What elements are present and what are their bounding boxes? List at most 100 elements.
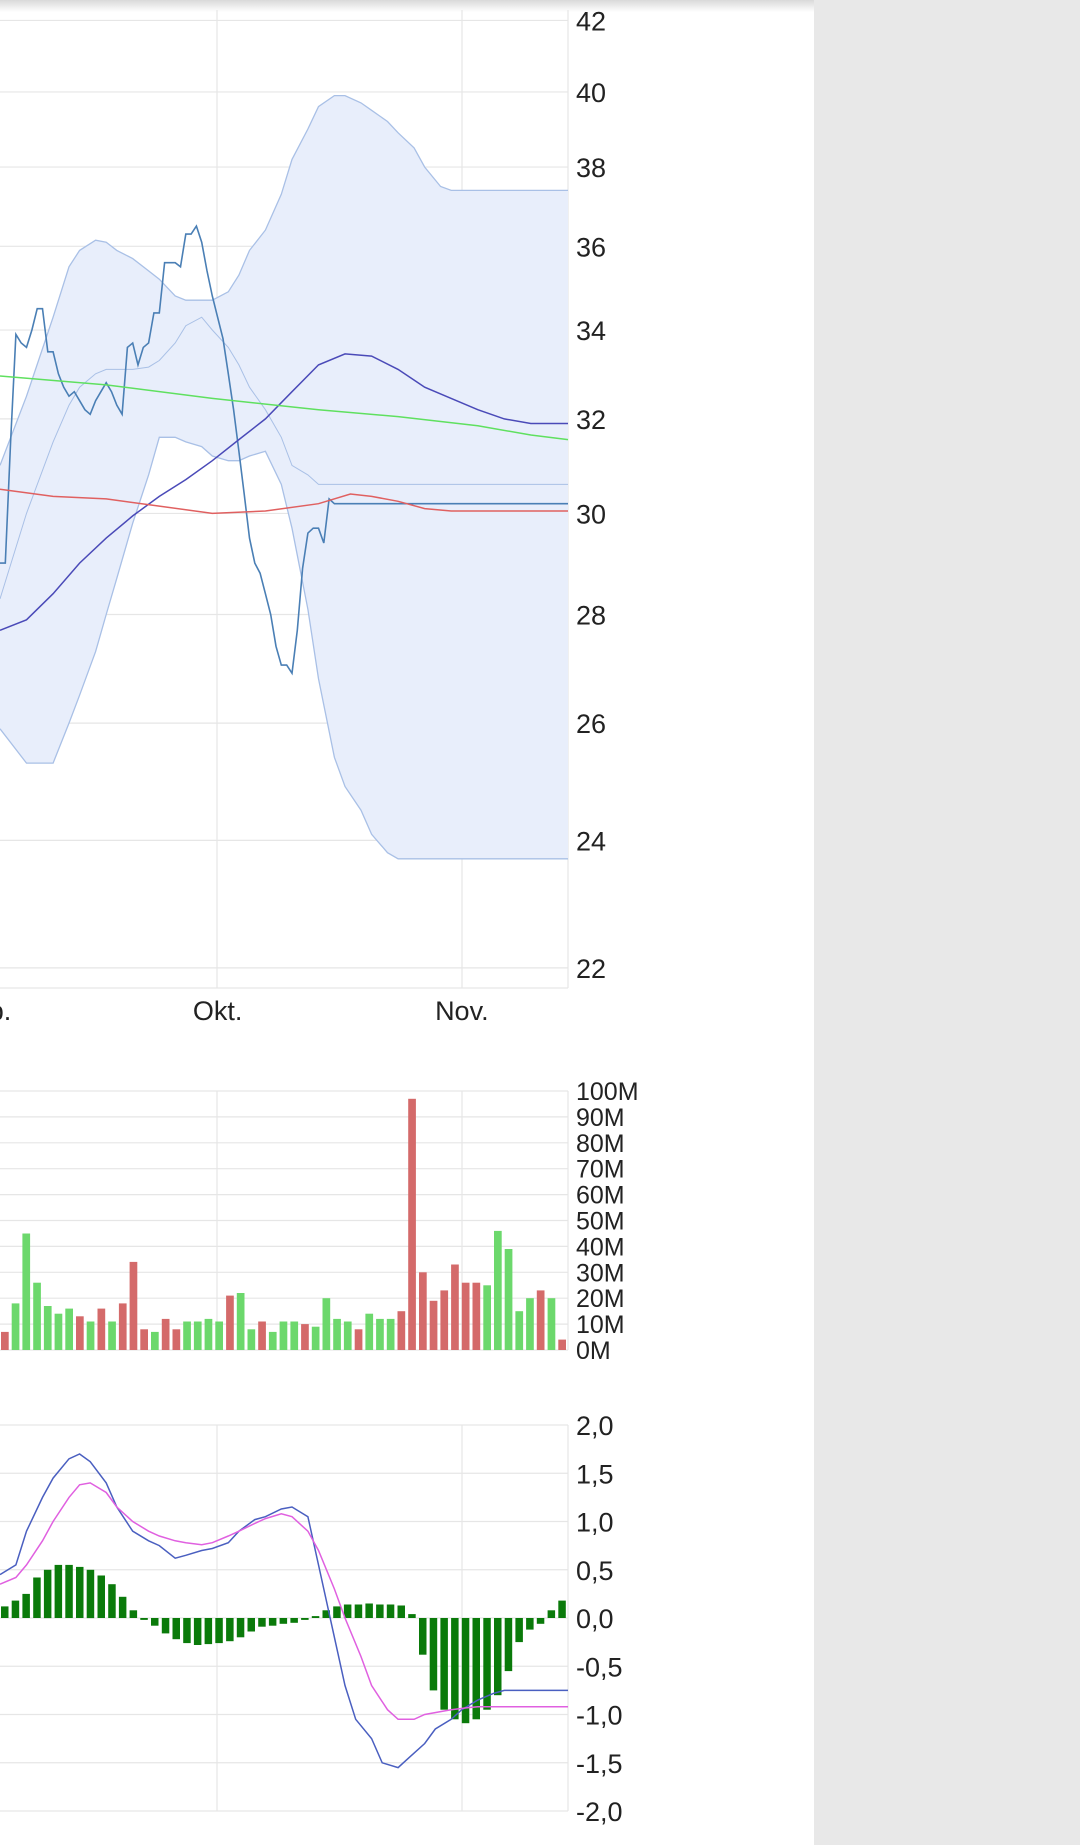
macd-y-tick-label: -1,0 xyxy=(576,1701,623,1731)
macd-histogram-bar xyxy=(97,1575,105,1618)
macd-histogram-bar xyxy=(118,1596,127,1618)
right-side-panel xyxy=(814,0,1080,1845)
volume-bar xyxy=(268,1331,277,1350)
macd-histogram-bar xyxy=(258,1618,266,1627)
macd-histogram-bar xyxy=(504,1618,513,1672)
macd-histogram-bar xyxy=(54,1564,63,1618)
macd-histogram-bar xyxy=(22,1593,30,1618)
volume-panel: 100M90M80M70M60M50M40M30M20M10M0M xyxy=(0,1078,639,1365)
volume-bar xyxy=(43,1306,52,1350)
macd-histogram-bar xyxy=(172,1618,180,1640)
volume-bar xyxy=(376,1318,384,1350)
volume-bar xyxy=(183,1321,191,1350)
price-panel: 42 40 38 36 34 32 30 28 26 24 22 p. Okt. Nov. xyxy=(0,6,606,1026)
volume-y-tick-label: 0M xyxy=(576,1337,611,1365)
macd-histogram-bar xyxy=(515,1618,523,1643)
price-y-tick-label: 26 xyxy=(576,709,606,739)
volume-y-tick-label: 30M xyxy=(576,1259,625,1287)
volume-y-tick-label: 20M xyxy=(576,1285,625,1313)
macd-y-tick-label: 1,0 xyxy=(576,1508,614,1538)
price-y-tick-label: 22 xyxy=(576,954,606,984)
volume-y-tick-label: 80M xyxy=(576,1130,625,1158)
volume-bar xyxy=(65,1308,73,1350)
volume-bar xyxy=(322,1298,331,1350)
volume-bar xyxy=(408,1098,416,1350)
volume-bar xyxy=(290,1321,299,1350)
macd-histogram-bar xyxy=(86,1569,95,1619)
volume-bar xyxy=(354,1329,363,1350)
macd-histogram-bar xyxy=(215,1618,223,1644)
macd-histogram-bar xyxy=(236,1618,245,1638)
price-y-tick-label: 40 xyxy=(576,78,606,108)
volume-bar xyxy=(86,1321,95,1350)
x-tick-label: p. xyxy=(0,996,11,1026)
volume-bar xyxy=(258,1321,266,1350)
volume-bar xyxy=(108,1321,116,1350)
macd-y-tick-label: -1,5 xyxy=(576,1749,623,1779)
macd-histogram-bar xyxy=(43,1569,52,1619)
volume-y-tick-label: 100M xyxy=(576,1078,639,1106)
volume-bar xyxy=(472,1282,481,1350)
macd-panel: 2,0 1,5 1,0 0,5 0,0 -0,5 -1,0 -1,5 -2,0 xyxy=(0,1411,623,1827)
macd-histogram-bar xyxy=(365,1603,373,1618)
macd-histogram-bar xyxy=(290,1618,298,1623)
volume-bar xyxy=(1,1331,9,1350)
macd-histogram-bar xyxy=(301,1618,309,1620)
volume-bar xyxy=(483,1285,491,1351)
macd-y-tick-label: 0,5 xyxy=(576,1556,614,1586)
macd-histogram-bar xyxy=(183,1618,191,1644)
x-tick-label: Nov. xyxy=(435,996,489,1026)
macd-histogram-bar xyxy=(419,1618,427,1655)
macd-histogram-bar xyxy=(354,1604,363,1618)
macd-histogram-bar xyxy=(333,1606,341,1618)
macd-y-tick-label: 2,0 xyxy=(576,1411,614,1441)
macd-histogram-bar xyxy=(11,1600,20,1618)
macd-histogram-bar xyxy=(376,1604,384,1618)
volume-bar xyxy=(526,1298,534,1350)
volume-bar xyxy=(397,1311,406,1350)
volume-bar xyxy=(494,1230,502,1350)
volume-bar xyxy=(140,1329,148,1350)
volume-bar xyxy=(343,1321,352,1350)
macd-histogram-bar xyxy=(536,1618,545,1624)
volume-bar xyxy=(204,1318,213,1350)
volume-bar xyxy=(247,1329,256,1350)
price-y-tick-label: 30 xyxy=(576,499,606,529)
macd-y-tick-label: 1,5 xyxy=(576,1459,614,1489)
macd-histogram-bar xyxy=(279,1618,288,1624)
price-y-tick-label: 28 xyxy=(576,601,606,631)
volume-y-tick-label: 40M xyxy=(576,1233,625,1261)
volume-bar xyxy=(97,1308,106,1350)
macd-histogram-bar xyxy=(311,1616,320,1618)
volume-bar xyxy=(311,1326,320,1350)
price-y-tick-label: 34 xyxy=(576,316,606,346)
volume-bar xyxy=(451,1264,459,1350)
price-y-tick-label: 24 xyxy=(576,826,606,856)
volume-bar xyxy=(76,1316,84,1350)
volume-bar xyxy=(215,1321,223,1350)
macd-histogram-bar xyxy=(76,1566,84,1618)
x-tick-label: Okt. xyxy=(193,996,243,1026)
macd_signal xyxy=(0,1482,568,1721)
volume-bar xyxy=(161,1318,170,1350)
volume-bar xyxy=(22,1233,31,1350)
macd-histogram-bar xyxy=(408,1614,416,1618)
volume-bar xyxy=(118,1303,127,1350)
price-y-tick-label: 42 xyxy=(576,6,606,36)
macd-y-tick-label: -2,0 xyxy=(576,1797,623,1827)
volume-bar xyxy=(429,1300,438,1350)
macd-histogram-bar xyxy=(451,1618,459,1720)
volume-bar xyxy=(129,1261,138,1350)
price-y-tick-label: 38 xyxy=(576,153,606,183)
macd-histogram-bar xyxy=(140,1618,148,1620)
volume-bar xyxy=(461,1282,470,1350)
volume-y-tick-label: 10M xyxy=(576,1311,625,1339)
volume-bar xyxy=(515,1311,524,1350)
volume-bar xyxy=(536,1290,545,1350)
bollinger-band-area xyxy=(0,95,568,859)
macd-histogram-bar xyxy=(151,1618,159,1626)
macd-histogram-bar xyxy=(65,1564,73,1618)
macd-histogram-bar xyxy=(1,1606,9,1618)
volume-y-tick-label: 50M xyxy=(576,1208,625,1236)
price-y-tick-label: 36 xyxy=(576,232,606,262)
